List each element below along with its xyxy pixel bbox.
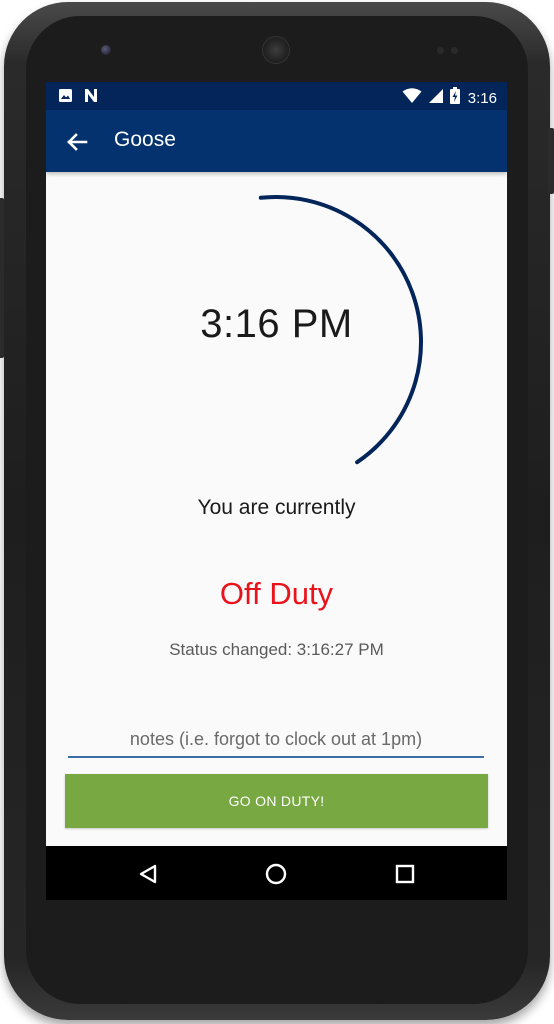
app-bar: Goose (46, 110, 507, 172)
back-triangle-icon[interactable] (132, 858, 164, 890)
status-label: You are currently (197, 496, 356, 519)
arrow-back-icon[interactable] (62, 127, 92, 157)
duty-status-value: Off Duty (219, 576, 334, 611)
cell-signal-icon (428, 88, 444, 109)
phone-screen: 3:16 Goose 3:16 PM You are currently Off… (46, 82, 507, 900)
light-sensor (451, 47, 458, 54)
home-circle-icon[interactable] (260, 858, 292, 890)
power-button (548, 128, 554, 194)
status-time: 3:16 (467, 89, 497, 107)
proximity-sensor (437, 47, 444, 54)
app-title: Goose (114, 128, 176, 151)
n-notification-icon (83, 88, 99, 108)
status-changed-text: Status changed: 3:16:27 PM (169, 640, 384, 659)
recents-square-icon[interactable] (389, 858, 421, 890)
volume-button (0, 198, 4, 358)
battery-charging-icon (449, 87, 460, 109)
clock-time: 3:16 PM (200, 302, 353, 346)
status-bar: 3:16 (46, 82, 507, 110)
notes-input[interactable] (68, 722, 484, 758)
navigation-bar (46, 846, 507, 900)
image-icon (58, 88, 73, 108)
front-camera (101, 45, 111, 55)
earpiece-speaker (262, 36, 290, 64)
go-on-duty-button[interactable]: GO ON DUTY! (65, 774, 488, 828)
wifi-icon (402, 87, 422, 109)
